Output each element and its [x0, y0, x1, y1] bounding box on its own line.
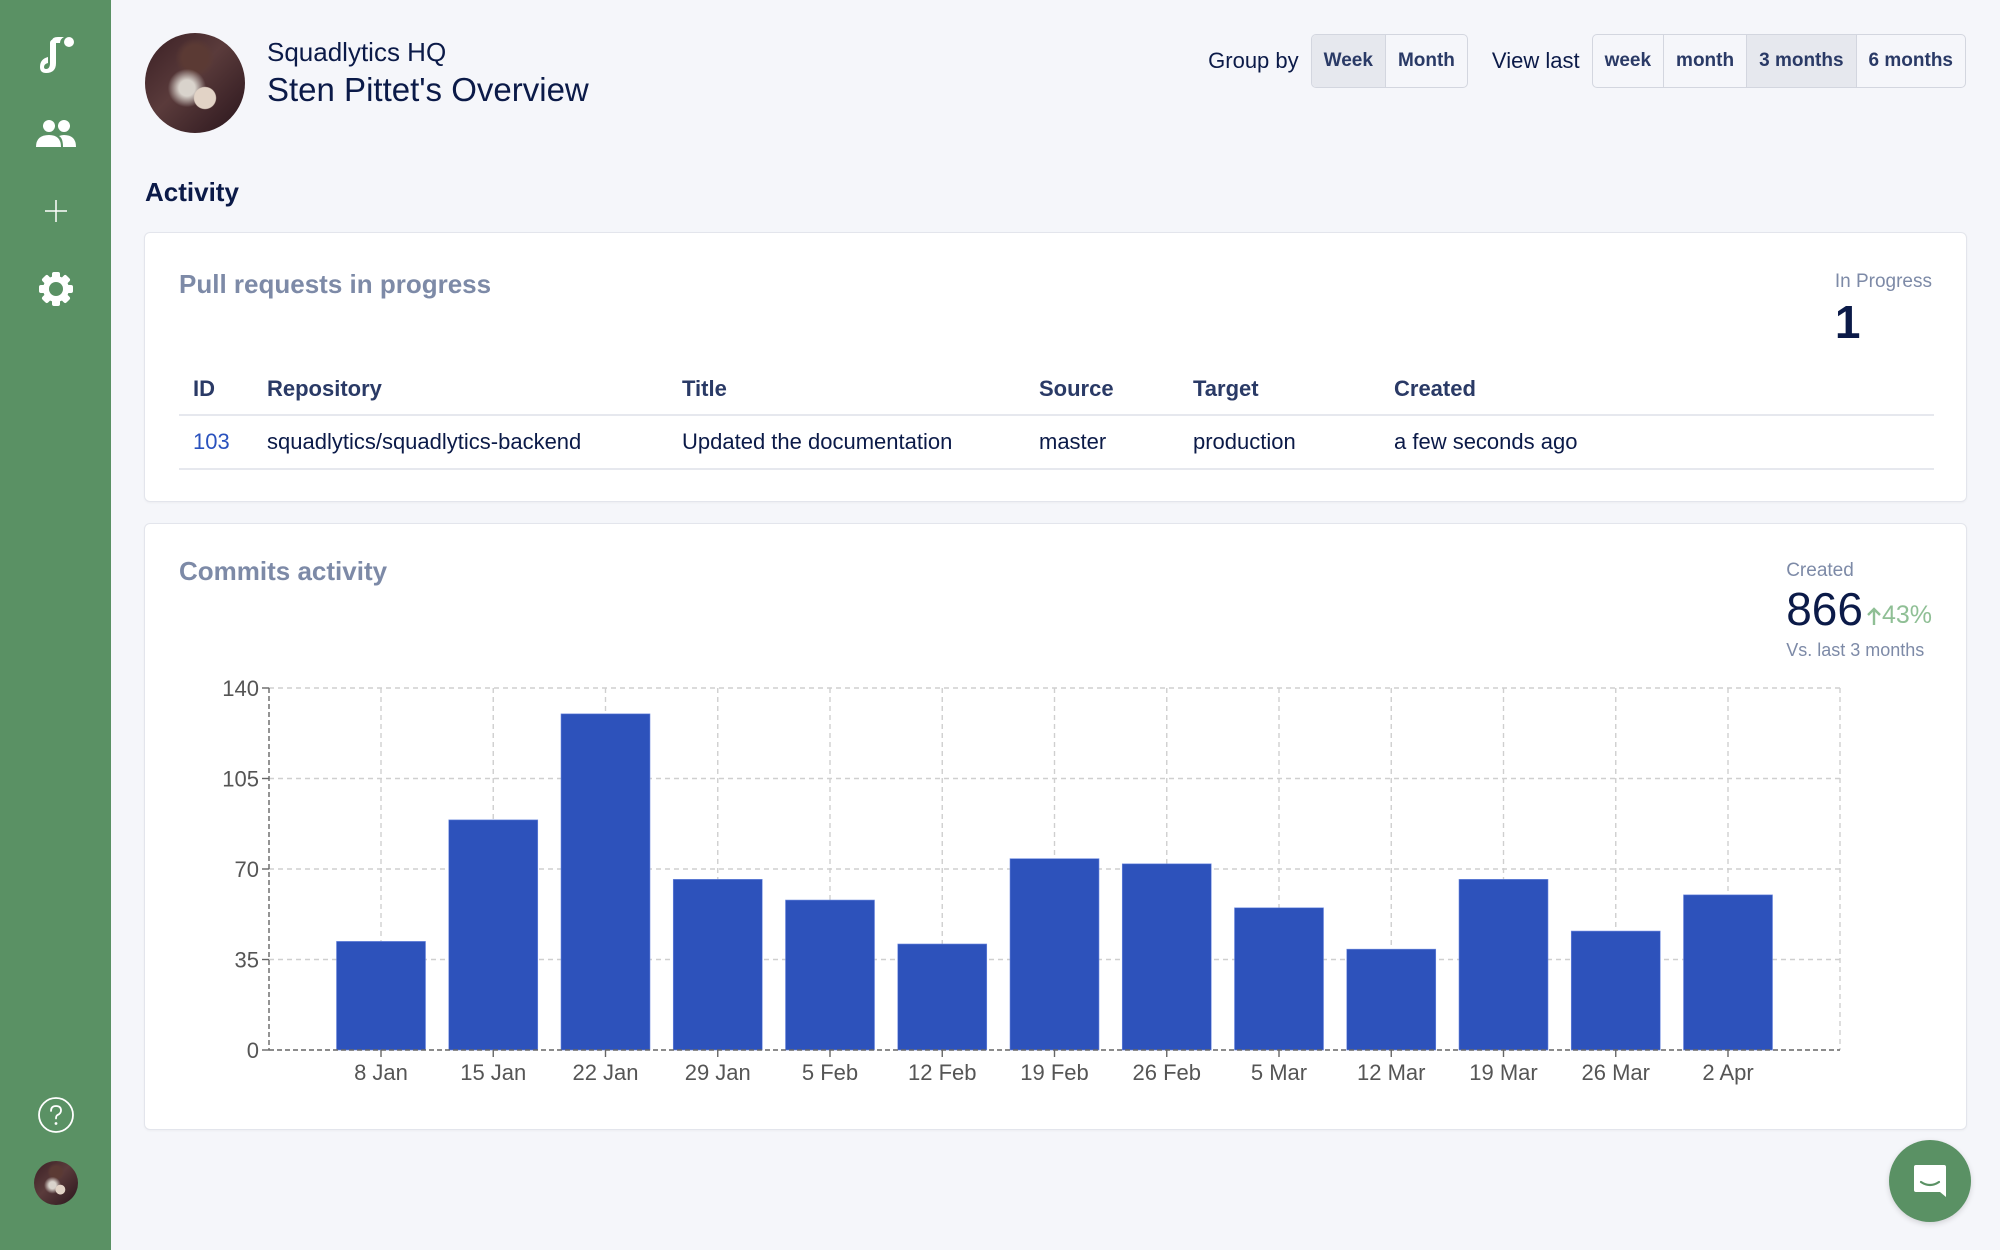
people-icon[interactable]	[0, 108, 111, 158]
squadlytics-logo-icon[interactable]	[0, 30, 111, 80]
bar-15-jan[interactable]	[448, 819, 539, 1051]
bar-26-mar[interactable]	[1570, 930, 1661, 1051]
pull-requests-card: Pull requests in progress In Progress 1 …	[144, 232, 1967, 502]
table-row[interactable]: 103 squadlytics/squadlytics-backend Upda…	[179, 415, 1934, 470]
x-tick-label: 8 Jan	[354, 1060, 408, 1085]
x-tick-label: 5 Feb	[802, 1060, 858, 1085]
x-tick-label: 12 Feb	[908, 1060, 977, 1085]
organization-name: Squadlytics HQ	[267, 37, 447, 67]
x-tick-label: 26 Feb	[1133, 1060, 1202, 1085]
section-title-activity: Activity	[145, 177, 239, 207]
x-tick-label: 15 Jan	[460, 1060, 526, 1085]
view-last-3-months-button[interactable]: 3 months	[1747, 35, 1857, 87]
commits-activity-card: Commits activity Created 866 43% Vs. las…	[144, 523, 1967, 1130]
x-tick-label: 19 Mar	[1469, 1060, 1537, 1085]
group-by-week-button[interactable]: Week	[1311, 35, 1386, 87]
view-last-6-months-button[interactable]: 6 months	[1857, 35, 1965, 87]
y-tick-label: 35	[235, 948, 259, 973]
profile-avatar[interactable]	[0, 1160, 111, 1206]
page-title: Sten Pittet's Overview	[267, 71, 589, 108]
y-tick-label: 105	[222, 767, 259, 792]
plus-icon[interactable]	[0, 186, 111, 236]
column-header-target: Target	[1179, 363, 1380, 416]
in-progress-label: In Progress	[1834, 271, 1932, 292]
column-header-created: Created	[1380, 363, 1934, 416]
x-tick-label: 29 Jan	[685, 1060, 751, 1085]
pr-source-branch: master	[1025, 415, 1179, 470]
pr-title: Updated the documentation	[668, 415, 1025, 470]
view-last-month-button[interactable]: month	[1664, 35, 1748, 87]
view-last-toggle: week month 3 months 6 months	[1591, 34, 1966, 88]
bar-19-feb[interactable]	[1009, 858, 1100, 1051]
table-header-row: ID Repository Title Source Target Create…	[179, 363, 1934, 416]
chat-icon	[1914, 1165, 1946, 1197]
y-tick-label: 140	[222, 676, 259, 701]
bar-12-feb[interactable]	[897, 943, 988, 1051]
column-header-title: Title	[668, 363, 1025, 416]
group-by-label: Group by	[1208, 48, 1299, 73]
x-tick-label: 5 Mar	[1251, 1060, 1307, 1085]
view-last-label: View last	[1491, 48, 1580, 73]
commits-bar-chart: 0 35 70 105 140 8 Jan 15 Jan 22 Jan 29 Jan 5 Feb 1…	[222, 676, 1841, 1085]
column-header-source: Source	[1025, 363, 1179, 416]
x-tick-label: 19 Feb	[1020, 1060, 1089, 1085]
user-avatar-image	[33, 1161, 78, 1205]
y-tick-label: 70	[235, 857, 259, 882]
in-progress-count: 1	[1834, 296, 1861, 348]
pr-id-link[interactable]: 103	[179, 415, 253, 470]
pr-created-time: a few seconds ago	[1380, 415, 1934, 470]
group-by-toggle: Week Month	[1310, 34, 1468, 88]
user-avatar	[145, 33, 245, 133]
pr-target-branch: production	[1179, 415, 1380, 470]
bar-26-feb[interactable]	[1121, 863, 1212, 1051]
column-header-repository: Repository	[253, 363, 668, 416]
pull-requests-table: ID Repository Title Source Target Create…	[179, 363, 1934, 470]
bar-29-jan[interactable]	[672, 879, 763, 1051]
filter-controls: Group by Week Month View last week month…	[1208, 34, 1966, 88]
view-last-week-button[interactable]: week	[1593, 35, 1665, 87]
x-tick-label: 2 Apr	[1702, 1060, 1753, 1085]
gear-icon[interactable]	[0, 264, 111, 314]
bar-5-mar[interactable]	[1234, 907, 1324, 1051]
y-tick-label: 0	[247, 1038, 259, 1063]
pull-requests-title: Pull requests in progress	[179, 269, 492, 299]
group-by-month-button[interactable]: Month	[1386, 35, 1467, 87]
x-tick-label: 22 Jan	[572, 1060, 638, 1085]
bar-19-mar[interactable]	[1458, 879, 1549, 1051]
pr-repository: squadlytics/squadlytics-backend	[253, 415, 668, 470]
help-circle-icon[interactable]	[0, 1090, 111, 1140]
bar-22-jan[interactable]	[560, 713, 651, 1051]
bar-12-mar[interactable]	[1346, 948, 1437, 1051]
x-tick-label: 12 Mar	[1357, 1060, 1425, 1085]
chat-support-button[interactable]	[1889, 1140, 1971, 1222]
x-tick-label: 26 Mar	[1582, 1060, 1650, 1085]
bar-8-jan[interactable]	[336, 941, 426, 1051]
sidebar	[0, 0, 111, 1250]
column-header-id: ID	[179, 363, 253, 416]
bar-2-apr[interactable]	[1683, 894, 1773, 1051]
bar-5-feb[interactable]	[785, 899, 875, 1051]
in-progress-stat: In Progress 1	[1835, 271, 1932, 345]
